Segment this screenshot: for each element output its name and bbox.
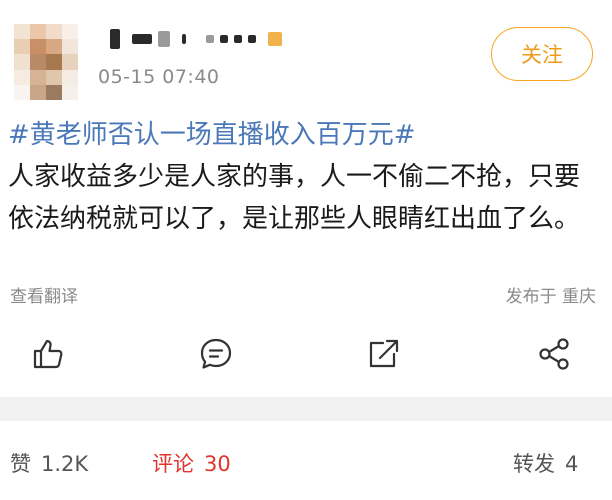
post-body: #黄老师否认一场直播收入百万元# 人家收益多少是人家的事，人一不偷二不抢，只要依… bbox=[8, 114, 604, 240]
share-icon[interactable] bbox=[536, 336, 572, 372]
comments-count: 30 bbox=[204, 452, 231, 476]
post-text: 人家收益多少是人家的事，人一不偷二不抢，只要依法纳税就可以了，是让那些人眼睛红出… bbox=[8, 162, 581, 234]
avatar[interactable] bbox=[14, 24, 78, 100]
reposts-label: 转发 bbox=[513, 452, 555, 476]
topic-hashtag-link[interactable]: #黄老师否认一场直播收入百万元# bbox=[8, 120, 416, 150]
likes-label: 赞 bbox=[10, 452, 31, 476]
comments-label: 评论 bbox=[152, 452, 194, 476]
reposts-tab[interactable]: 转发 4 bbox=[513, 448, 578, 478]
translate-link[interactable]: 查看翻译 bbox=[10, 282, 78, 307]
section-divider bbox=[0, 397, 612, 421]
likes-count: 1.2K bbox=[41, 452, 89, 476]
post-timestamp: 05-15 07:40 bbox=[98, 66, 220, 88]
thumbs-up-icon[interactable] bbox=[30, 336, 66, 372]
username-obscured[interactable] bbox=[110, 28, 282, 50]
follow-button[interactable]: 关注 bbox=[491, 27, 593, 81]
reposts-count: 4 bbox=[565, 452, 579, 476]
action-bar bbox=[0, 332, 612, 376]
likes-tab[interactable]: 赞 1.2K bbox=[10, 448, 88, 478]
comments-tab[interactable]: 评论 30 bbox=[152, 448, 231, 478]
repost-icon[interactable] bbox=[366, 336, 402, 372]
comment-icon[interactable] bbox=[198, 336, 234, 372]
post-location: 发布于 重庆 bbox=[505, 287, 596, 307]
weibo-post: 05-15 07:40 关注 #黄老师否认一场直播收入百万元# 人家收益多少是人… bbox=[0, 0, 612, 500]
